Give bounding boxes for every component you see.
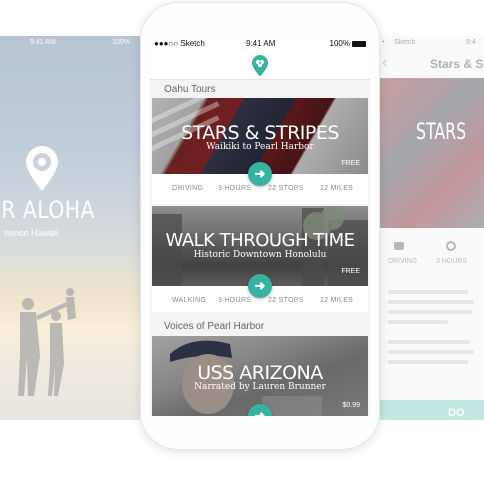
hawaii-flower-pin-logo-icon	[252, 55, 268, 77]
clock-icon	[446, 241, 456, 251]
detail-meta-row: DRIVING 3 HOURS	[380, 236, 484, 276]
download-button-label: DO	[448, 407, 465, 419]
splash-title: UR ALOHA	[0, 196, 95, 224]
section-title-oahu-tours: Oahu Tours	[164, 84, 216, 95]
detail-nav-bar: ‹ Stars & S	[380, 52, 484, 76]
detail-description-text	[388, 290, 484, 370]
right-status-time: 9:4	[466, 39, 476, 46]
status-carrier: ●●●○○ Sketch	[154, 39, 205, 48]
detail-nav-title: Stars & S	[430, 57, 484, 71]
tour-card-title: USS ARIZONA	[197, 362, 323, 384]
right-status-bar: • Sketch 9:4	[380, 39, 484, 49]
left-status-battery: 100%	[112, 39, 130, 46]
right-status-carrier: Sketch	[394, 39, 416, 46]
tour-card-subtitle: Waikiki to Pearl Harbor	[206, 142, 314, 152]
tour-card-subtitle: Historic Downtown Honolulu	[193, 250, 327, 260]
tour-meta-duration: 3 HOURS	[218, 185, 252, 192]
signal-dots-icon: •	[382, 39, 385, 46]
tour-card-title: STARS & STRIPES	[181, 122, 339, 144]
battery-icon	[352, 40, 366, 47]
tour-card-price: FREE	[341, 160, 360, 167]
back-chevron-icon[interactable]: ‹	[382, 54, 387, 72]
tour-meta-mode: DRIVING	[172, 185, 204, 192]
tour-meta-distance: 12 MILES	[320, 297, 354, 304]
tour-card-uss-arizona[interactable]: USS ARIZONA Narrated by Lauren Brunner $…	[152, 336, 368, 416]
status-bar: ●●●○○ Sketch 9:41 AM 100%	[150, 36, 370, 52]
tour-meta-stops: 22 STOPS	[268, 297, 304, 304]
section-title-voices-of-pearl-harbor: Voices of Pearl Harbor	[164, 321, 265, 332]
app-header	[150, 52, 370, 80]
tour-card-walk-through-time[interactable]: WALK THROUGH TIME Historic Downtown Hono…	[152, 206, 368, 312]
tour-meta-mode: WALKING	[172, 297, 207, 304]
tour-meta-stops: 22 STOPS	[268, 185, 304, 192]
splash-subtitle: rience Hawaii	[4, 228, 59, 238]
splash-screen-preview: 9:41 AM 100% UR ALOHA rience Hawaii	[0, 36, 140, 420]
tour-card-price: $0.99	[342, 402, 360, 409]
tour-card-price: FREE	[341, 268, 360, 275]
hawaii-flower-pin-logo-icon	[26, 146, 58, 191]
detail-hero-image: STARS	[380, 78, 484, 228]
tour-meta-duration: 3 HOURS	[218, 297, 252, 304]
tour-card-meta: WALKING 3 HOURS 22 STOPS 12 MILES	[152, 286, 368, 316]
left-status-time: 9:41 AM	[30, 39, 56, 46]
tour-detail-screen-preview: • Sketch 9:4 ‹ Stars & S STARS DRIVING 3…	[380, 36, 484, 420]
family-silhouette-illustration	[18, 288, 76, 396]
tour-card-title: WALK THROUGH TIME	[165, 230, 355, 251]
detail-meta-duration: 3 HOURS	[436, 258, 468, 265]
left-status-bar: 9:41 AM 100%	[0, 39, 140, 49]
tour-card-subtitle: Narrated by Lauren Brunner	[194, 382, 326, 392]
detail-meta-mode: DRIVING	[388, 258, 418, 265]
car-icon	[394, 242, 404, 250]
tour-card-meta: DRIVING 3 HOURS 22 STOPS 12 MILES	[152, 174, 368, 204]
tour-meta-distance: 12 MILES	[320, 185, 354, 192]
status-battery-label: 100%	[329, 39, 350, 48]
tour-list-screen: ●●●○○ Sketch 9:41 AM 100% Oahu Tours STA…	[150, 36, 370, 416]
status-battery: 100%	[330, 39, 366, 48]
tour-card-stars-stripes[interactable]: STARS & STRIPES Waikiki to Pearl Harbor …	[152, 98, 368, 204]
detail-hero-title: STARS	[416, 120, 467, 145]
status-time: 9:41 AM	[246, 39, 276, 48]
download-button[interactable]: DO	[380, 400, 484, 420]
